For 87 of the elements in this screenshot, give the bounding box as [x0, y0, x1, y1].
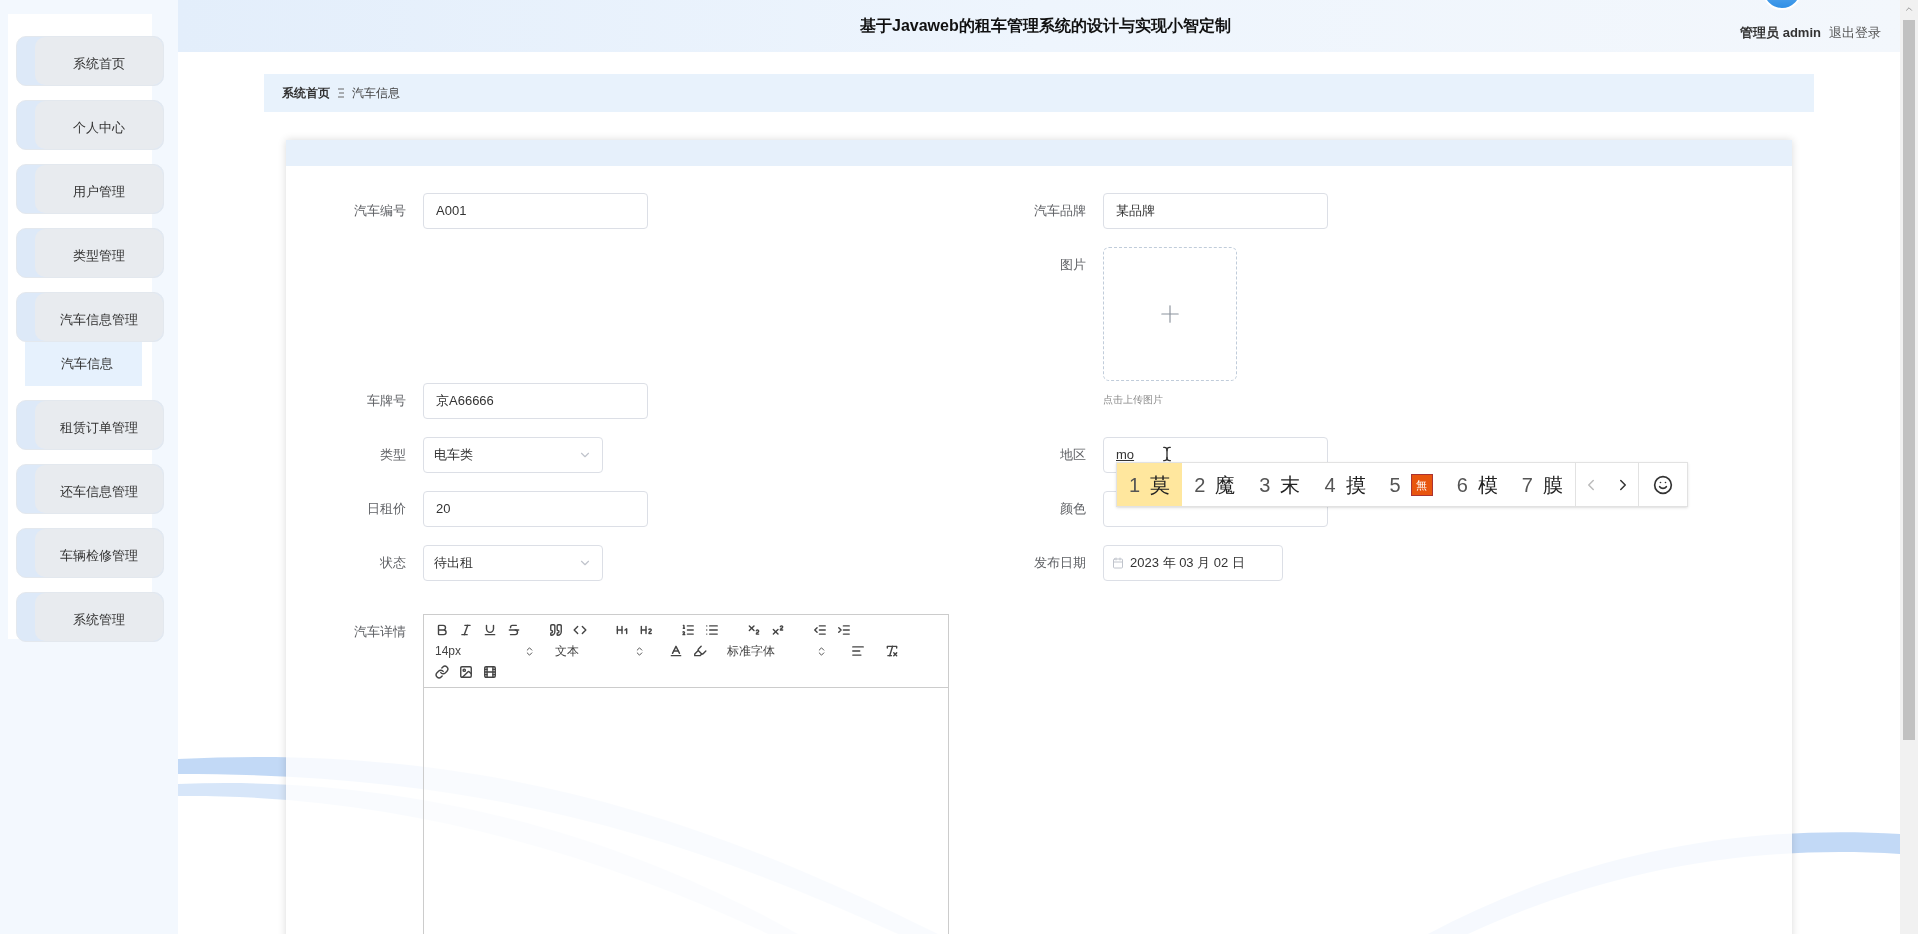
ime-candidate[interactable]: 4 摸: [1312, 463, 1378, 506]
ime-candidate[interactable]: 5 無: [1377, 463, 1445, 506]
emoji-icon: 無: [1410, 473, 1433, 496]
background-color-icon[interactable]: [693, 644, 707, 658]
field-label: 车牌号: [366, 392, 407, 410]
field-label: 汽车品牌: [1033, 202, 1087, 220]
code-icon[interactable]: [573, 623, 587, 637]
sidebar-item[interactable]: 类型管理: [16, 228, 164, 278]
field-label: 发布日期: [1033, 554, 1087, 572]
ime-candidate[interactable]: 2 魔: [1182, 463, 1248, 506]
candidate-number: 5: [1389, 472, 1401, 498]
text-field[interactable]: A001: [423, 193, 648, 229]
font-family-picker[interactable]: 标准字体: [727, 642, 837, 660]
sidebar-item[interactable]: 系统首页: [16, 36, 164, 86]
ime-candidate[interactable]: 3 末: [1247, 463, 1313, 506]
logout-link[interactable]: 退出登录: [1829, 23, 1881, 43]
ime-candidate[interactable]: 1 莫: [1117, 463, 1183, 506]
heading-two-icon[interactable]: [639, 623, 653, 637]
emoji-icon[interactable]: [1652, 474, 1673, 495]
sidebar-item[interactable]: 用户管理: [16, 164, 164, 214]
candidate-number: 4: [1324, 472, 1336, 498]
candidate-text: 魔: [1215, 472, 1236, 498]
upload-hint: 点击上传图片: [1103, 393, 1164, 407]
field-label: 颜色: [1059, 500, 1087, 518]
candidate-text: 末: [1280, 472, 1301, 498]
app-title: 基于Javaweb的租车管理系统的设计与实现小智定制: [860, 16, 1231, 36]
candidate-text: 膜: [1542, 472, 1563, 498]
sidebar-item[interactable]: 租赁订单管理: [16, 400, 164, 450]
ime-candidate[interactable]: 6 模: [1444, 463, 1510, 506]
breadcrumb-link[interactable]: 系统首页: [282, 84, 330, 102]
calendar-icon: [1112, 557, 1124, 569]
candidate-text: 摸: [1345, 472, 1366, 498]
underline-icon[interactable]: [483, 623, 497, 637]
breadcrumb-link[interactable]: 汽车信息: [352, 84, 400, 102]
candidate-number: 7: [1521, 472, 1533, 498]
strikethrough-icon[interactable]: [507, 623, 521, 637]
candidate-number: 2: [1194, 472, 1206, 498]
field-label: 图片: [1059, 256, 1087, 274]
quote-icon[interactable]: [549, 623, 563, 637]
candidate-number: 1: [1129, 472, 1141, 498]
superscript-icon[interactable]: [771, 623, 785, 637]
candidate-text: 莫: [1150, 472, 1171, 498]
text-field[interactable]: 京A66666: [423, 383, 648, 419]
video-icon[interactable]: [483, 665, 497, 679]
header-picker[interactable]: 文本: [545, 642, 655, 660]
field-label: 汽车编号: [353, 202, 407, 220]
font-size-picker[interactable]: 14px: [435, 642, 545, 660]
field-label: 汽车详情: [353, 623, 407, 641]
italic-icon[interactable]: [459, 623, 473, 637]
up-down-icon: [634, 645, 645, 657]
up-down-icon: [524, 645, 535, 657]
sidebar-item[interactable]: 还车信息管理: [16, 464, 164, 514]
field-label: 类型: [379, 446, 407, 464]
candidate-text: 模: [1477, 472, 1498, 498]
clear-format-icon[interactable]: [885, 644, 899, 658]
field-label: 状态: [379, 554, 407, 572]
heading-one-icon[interactable]: [615, 623, 629, 637]
scrollbar[interactable]: [1900, 0, 1918, 934]
bold-icon[interactable]: [435, 623, 449, 637]
date-field[interactable]: 2023 年 03 月 02 日: [1103, 545, 1283, 581]
sidebar-item[interactable]: 个人中心: [16, 100, 164, 150]
user-label: 管理员 admin: [1740, 24, 1821, 43]
text-color-icon[interactable]: [669, 644, 683, 658]
select-field[interactable]: 电车类: [423, 437, 603, 473]
field-label: 日租价: [366, 500, 407, 518]
ime-candidate[interactable]: 7 膜: [1509, 463, 1575, 506]
scrollbar-thumb[interactable]: [1903, 20, 1915, 740]
sidebar-item[interactable]: 车辆检修管理: [16, 528, 164, 578]
subscript-icon[interactable]: [747, 623, 761, 637]
text-field[interactable]: 某品牌: [1103, 193, 1328, 229]
bullet-list-icon[interactable]: [705, 623, 719, 637]
up-down-icon: [816, 645, 827, 657]
text-field[interactable]: 20: [423, 491, 648, 527]
submenu-item[interactable]: 汽车信息: [25, 342, 142, 386]
outdent-icon[interactable]: [813, 623, 827, 637]
candidate-number: 3: [1259, 472, 1271, 498]
field-label: 地区: [1059, 446, 1087, 464]
select-field[interactable]: 待出租: [423, 545, 603, 581]
ordered-list-icon[interactable]: [681, 623, 695, 637]
separator-icon: [338, 88, 344, 98]
align-left-icon[interactable]: [851, 644, 865, 658]
sidebar-item[interactable]: 系统管理: [16, 592, 164, 642]
indent-icon[interactable]: [837, 623, 851, 637]
image-icon[interactable]: [459, 665, 473, 679]
candidate-number: 6: [1456, 472, 1468, 498]
sidebar-item[interactable]: 汽车信息管理: [16, 292, 164, 342]
link-icon[interactable]: [435, 665, 449, 679]
